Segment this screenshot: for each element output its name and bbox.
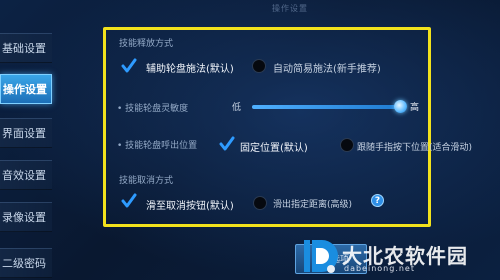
sidebar-item-basic[interactable]: 基础设置 (0, 33, 52, 63)
sensitivity-slider-handle[interactable] (394, 100, 407, 113)
slider-low-label: 低 (232, 103, 242, 113)
option-fixed-position[interactable]: 固定位置(默认) (240, 139, 308, 154)
skill-cast-title: 技能释放方式 (119, 39, 174, 49)
wheel-position-title: • 技能轮盘呼出位置 (117, 141, 198, 151)
watermark-logo-icon (304, 240, 338, 273)
checkmark-icon[interactable] (219, 136, 235, 152)
sensitivity-slider-track[interactable] (252, 105, 402, 109)
watermark-url: dabeinong.net (344, 264, 415, 273)
radio-unselected-icon[interactable] (252, 59, 266, 73)
skill-cancel-title: 技能取消方式 (119, 176, 174, 186)
radio-unselected-icon[interactable] (340, 138, 354, 152)
settings-sidebar: 基础设置 操作设置 界面设置 音效设置 录像设置 二级密码 (0, 28, 52, 280)
option-slide-to-cancel[interactable]: 滑至取消按钮(默认) (146, 197, 234, 212)
checkmark-icon[interactable] (121, 193, 137, 209)
sidebar-item-controls[interactable]: 操作设置 (0, 74, 52, 104)
option-slide-distance[interactable]: 滑出指定距离(高级) (273, 197, 352, 210)
sidebar-item-replay[interactable]: 录像设置 (0, 202, 52, 232)
option-follow-finger[interactable]: 跟随手指按下位置(适合滑动) (357, 140, 472, 153)
checkmark-icon[interactable] (121, 58, 137, 74)
option-auto-simple[interactable]: 自动简易施法(新手推荐) (273, 60, 381, 75)
help-icon[interactable]: ? (371, 194, 384, 207)
radio-unselected-icon[interactable] (253, 196, 267, 210)
wheel-sensitivity-title: • 技能轮盘灵敏度 (117, 104, 189, 114)
sidebar-item-secondary-password[interactable]: 二级密码 (0, 248, 52, 278)
slider-high-label: 高 (410, 103, 420, 113)
sidebar-item-audio[interactable]: 音效设置 (0, 160, 52, 190)
option-assist-wheel[interactable]: 辅助轮盘施法(默认) (146, 60, 234, 75)
sidebar-item-interface[interactable]: 界面设置 (0, 118, 52, 148)
page-header-faint: 操作设置 (272, 4, 308, 13)
